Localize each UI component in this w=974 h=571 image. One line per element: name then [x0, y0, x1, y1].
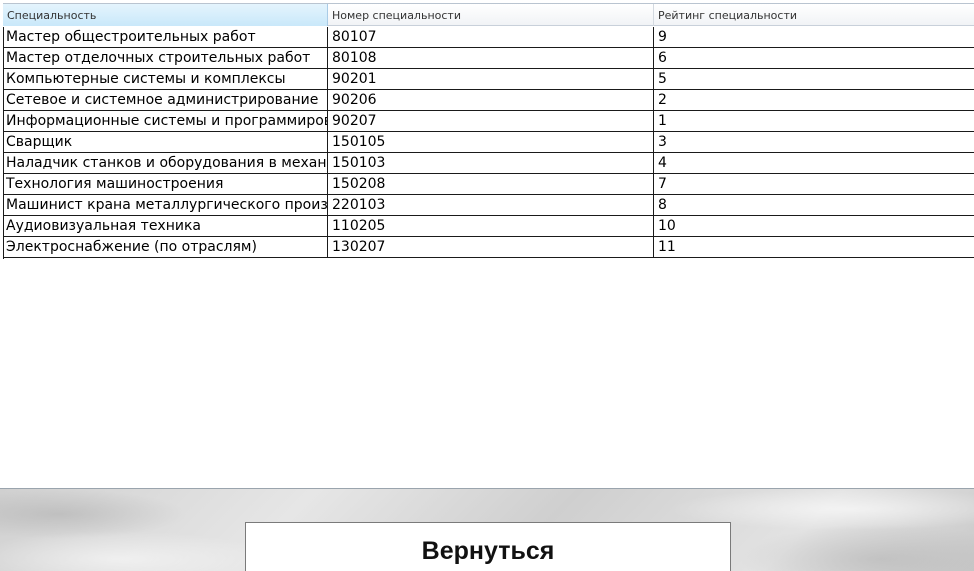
table-row[interactable]: Мастер отделочных строительных работ 8010… — [3, 48, 974, 69]
table-row[interactable]: Аудиовизуальная техника 110205 10 — [3, 216, 974, 237]
cell-number: 220103 — [328, 195, 654, 215]
cell-specialty: Технология машиностроения — [3, 174, 328, 194]
cell-specialty: Информационные системы и программировани… — [3, 111, 328, 131]
column-header-specialty[interactable]: Специальность — [3, 4, 328, 26]
table-row[interactable]: Сетевое и системное администрирование 902… — [3, 90, 974, 111]
cell-number: 80107 — [328, 27, 654, 47]
cell-rating: 6 — [658, 50, 667, 66]
cell-specialty: Мастер общестроительных работ — [3, 27, 328, 47]
cell-rating: 3 — [658, 134, 667, 150]
cell-number: 80108 — [328, 48, 654, 68]
column-header-rating[interactable]: Рейтинг специальности — [654, 4, 974, 26]
cell-specialty: Аудиовизуальная техника — [3, 216, 328, 236]
cell-rating: 8 — [658, 197, 667, 213]
cell-rating: 4 — [658, 155, 667, 171]
cell-number: 130207 — [328, 237, 654, 257]
cell-number: 110205 — [328, 216, 654, 236]
cell-specialty: Компьютерные системы и комплексы — [3, 69, 328, 89]
cell-specialty: Наладчик станков и оборудования в механо… — [3, 153, 328, 173]
specialties-grid[interactable]: Специальность Номер специальности Рейтин… — [0, 0, 974, 488]
table-row[interactable]: Мастер общестроительных работ 80107 9 — [3, 27, 974, 48]
bottom-panel: Вернуться — [0, 488, 974, 571]
cell-number: 150103 — [328, 153, 654, 173]
cell-rating: 9 — [658, 29, 667, 45]
cell-number: 90201 — [328, 69, 654, 89]
table-row[interactable]: Наладчик станков и оборудования в механо… — [3, 153, 974, 174]
table-row[interactable]: Технология машиностроения 150208 7 — [3, 174, 974, 195]
cell-number: 90206 — [328, 90, 654, 110]
grid-rows: Мастер общестроительных работ 80107 9 Масте… — [3, 27, 974, 258]
table-row[interactable]: Машинист крана металлургического произво… — [3, 195, 974, 216]
table-row[interactable]: Сварщик 150105 3 — [3, 132, 974, 153]
cell-rating: 1 — [658, 113, 667, 129]
cell-rating: 11 — [658, 239, 676, 255]
cell-specialty: Электроснабжение (по отраслям) — [3, 237, 328, 257]
cell-number: 150208 — [328, 174, 654, 194]
cell-rating: 2 — [658, 92, 667, 108]
cell-rating: 7 — [658, 176, 667, 192]
table-row[interactable]: Компьютерные системы и комплексы 90201 5 — [3, 69, 974, 90]
back-button[interactable]: Вернуться — [245, 522, 731, 571]
table-row[interactable]: Информационные системы и программировани… — [3, 111, 974, 132]
cell-specialty: Машинист крана металлургического произво… — [3, 195, 328, 215]
cell-rating: 10 — [658, 218, 676, 234]
column-header-number[interactable]: Номер специальности — [328, 4, 654, 26]
cell-number: 90207 — [328, 111, 654, 131]
cell-specialty: Мастер отделочных строительных работ — [3, 48, 328, 68]
cell-specialty: Сварщик — [3, 132, 328, 152]
cell-specialty: Сетевое и системное администрирование — [3, 90, 328, 110]
main-window: Специальность Номер специальности Рейтин… — [0, 0, 974, 571]
cell-number: 150105 — [328, 132, 654, 152]
cell-rating: 5 — [658, 71, 667, 87]
table-row[interactable]: Электроснабжение (по отраслям) 130207 11 — [3, 237, 974, 258]
grid-header: Специальность Номер специальности Рейтин… — [3, 3, 974, 26]
